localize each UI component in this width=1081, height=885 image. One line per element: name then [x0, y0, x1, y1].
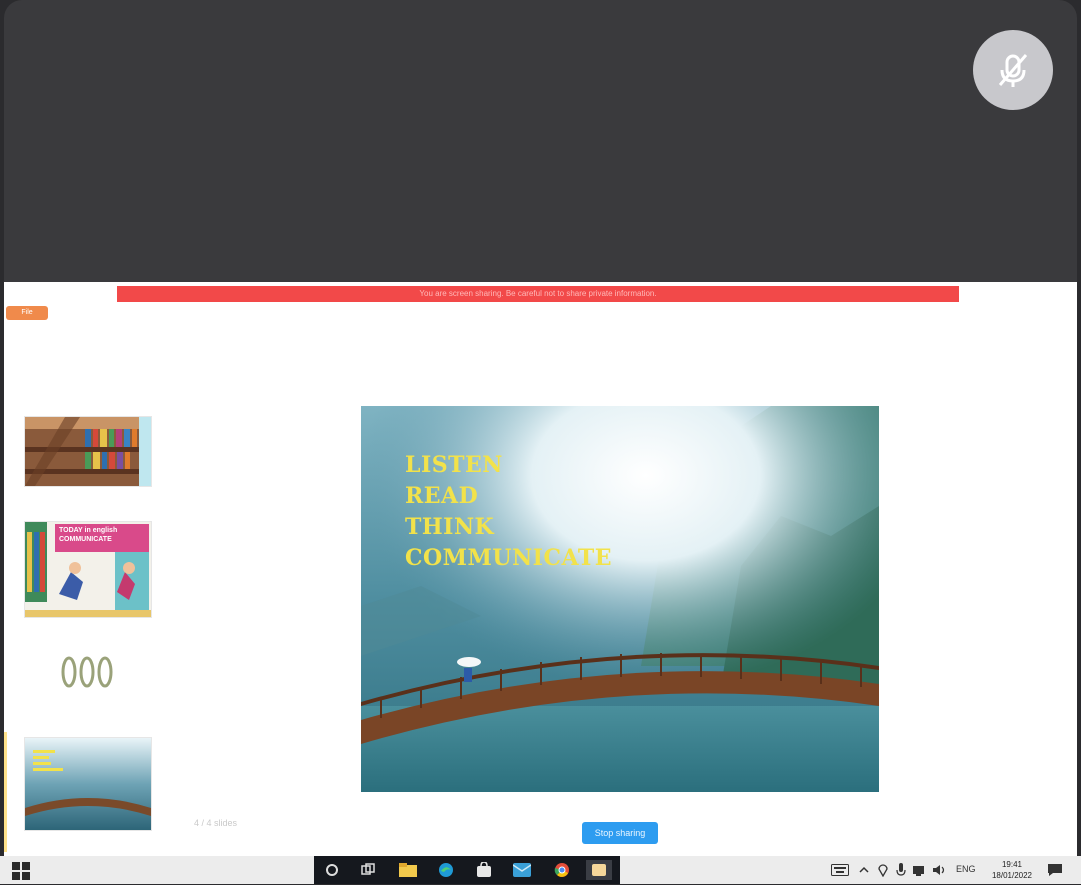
screen-share-banner: You are screen sharing. Be careful not t…	[117, 286, 959, 302]
system-tray: ENG 19:41 18/01/2022	[828, 856, 1081, 884]
thumb2-caption: TODAY in english COMMUNICATE	[59, 526, 145, 544]
taskbar-apps	[314, 856, 620, 884]
shared-screen: You are screen sharing. Be careful not t…	[4, 282, 1077, 856]
chevron-up-icon[interactable]	[858, 860, 870, 880]
edge-browser-icon[interactable]	[436, 860, 456, 880]
search-icon[interactable]	[322, 860, 342, 880]
clock-date: 18/01/2022	[991, 871, 1033, 880]
headline-line-3: THINK	[405, 514, 495, 540]
network-icon[interactable]	[912, 860, 928, 880]
selected-slide-marker	[4, 732, 7, 852]
participant-video-area	[4, 0, 1077, 282]
slide-thumbnail-4[interactable]	[25, 738, 151, 830]
mic-muted-icon[interactable]	[973, 30, 1053, 110]
task-view-icon[interactable]	[358, 860, 378, 880]
active-app-icon[interactable]	[586, 860, 612, 880]
notification-icon[interactable]	[1047, 863, 1063, 877]
current-slide: LISTEN READ THINK COMMUNICATE	[361, 406, 879, 792]
slide-headline: LISTEN READ THINK COMMUNICATE	[405, 450, 612, 574]
chrome-icon[interactable]	[552, 860, 572, 880]
slide-counter: 4 / 4 slides	[194, 818, 238, 828]
headline-line-1: LISTEN	[405, 452, 503, 478]
meeting-window: You are screen sharing. Be careful not t…	[4, 0, 1077, 884]
mail-icon[interactable]	[512, 860, 532, 880]
volume-icon[interactable]	[932, 860, 948, 880]
slide-thumbnail-2[interactable]: TODAY in english COMMUNICATE	[25, 522, 151, 617]
windows-start-icon[interactable]	[12, 862, 30, 880]
clock[interactable]: 19:41 18/01/2022	[988, 859, 1036, 881]
file-explorer-icon[interactable]	[398, 860, 418, 880]
microphone-icon[interactable]	[894, 860, 908, 880]
thumb2-caption-line-1: TODAY in english	[59, 527, 118, 534]
store-icon[interactable]	[474, 860, 494, 880]
stop-sharing-button[interactable]: Stop sharing	[582, 822, 658, 844]
headline-line-2: READ	[405, 483, 479, 509]
headline-line-4: COMMUNICATE	[405, 545, 612, 571]
keyboard-icon[interactable]	[830, 860, 850, 880]
taskbar: ENG 19:41 18/01/2022	[0, 856, 1081, 884]
slide-thumbnail-1[interactable]	[25, 417, 151, 486]
location-icon[interactable]	[876, 860, 890, 880]
slide-thumbnail-3[interactable]	[25, 642, 151, 702]
thumb2-caption-line-2: COMMUNICATE	[59, 536, 112, 543]
file-menu-badge[interactable]: File	[6, 306, 48, 320]
clock-time: 19:41	[1001, 860, 1023, 869]
language-indicator[interactable]: ENG	[956, 864, 976, 874]
